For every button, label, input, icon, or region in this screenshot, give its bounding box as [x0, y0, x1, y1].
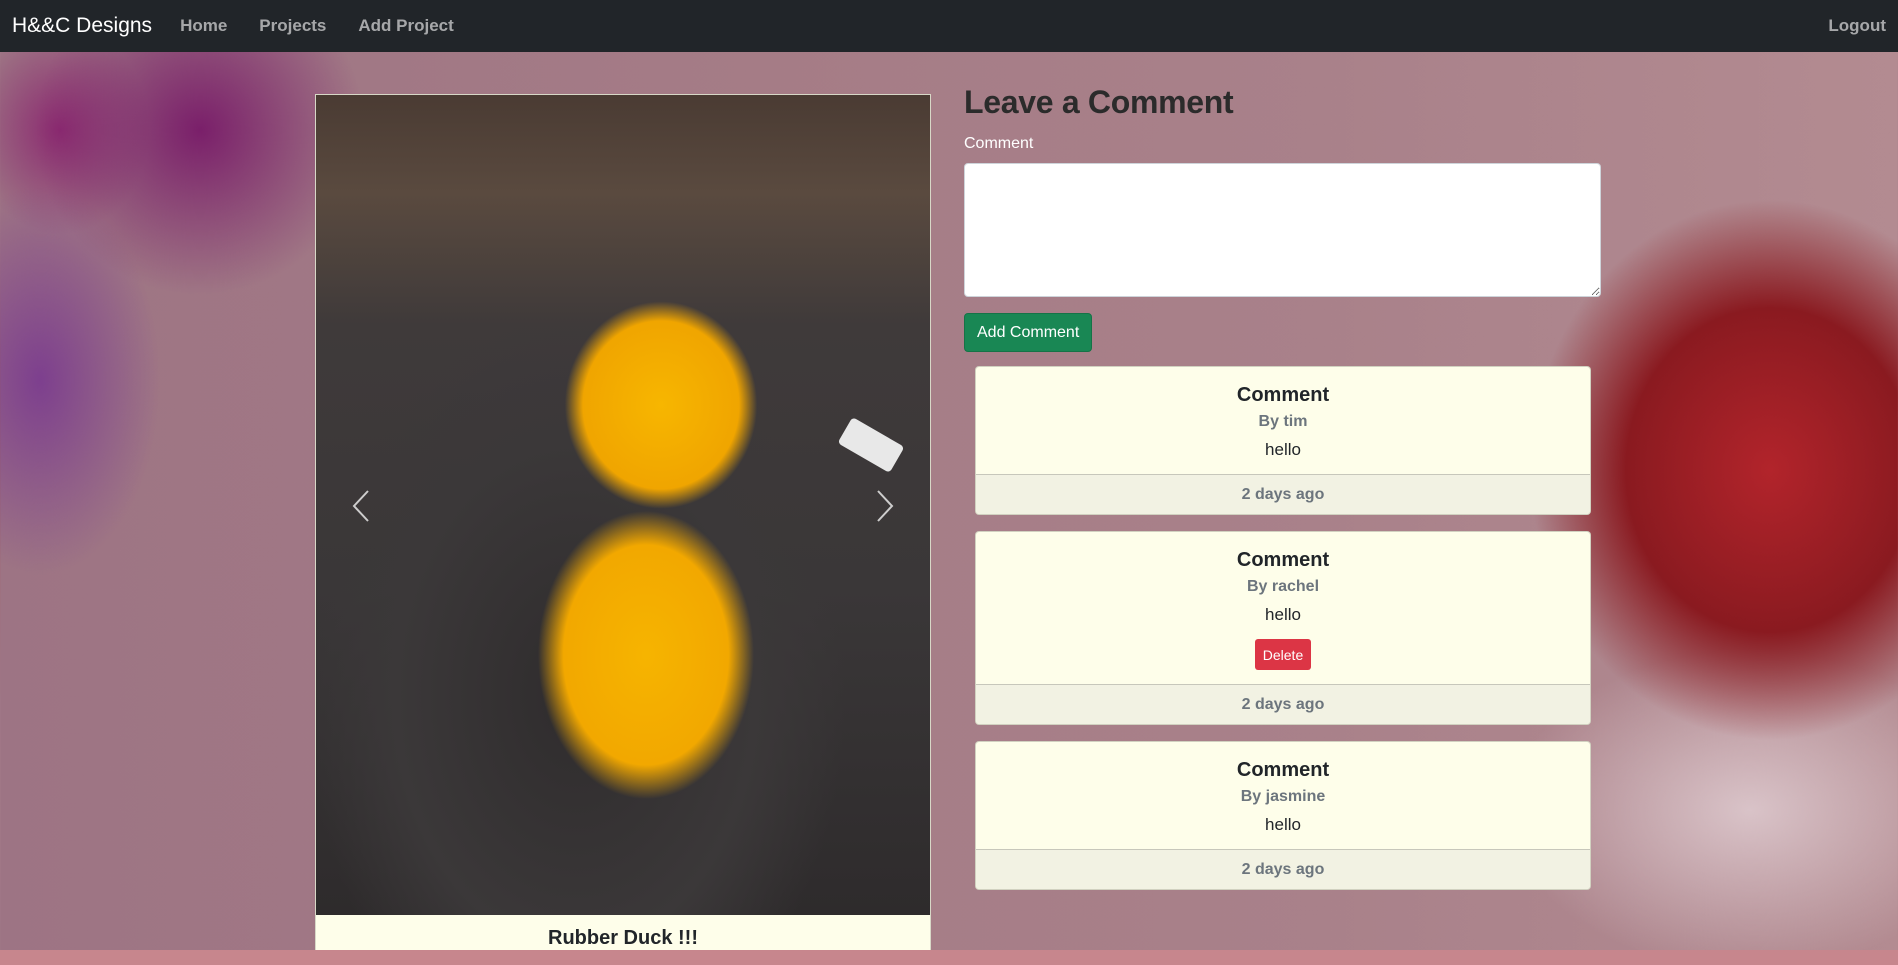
comment-field-label: Comment: [964, 135, 1034, 152]
comment-timestamp: 2 days ago: [976, 849, 1590, 889]
chevron-left-icon: [352, 490, 369, 522]
comment-title: Comment: [1236, 549, 1330, 571]
comment-author: By tim: [1258, 413, 1308, 430]
top-navbar: H&&C Designs Home Projects Add Project L…: [0, 0, 1898, 52]
add-comment-button[interactable]: Add Comment: [964, 313, 1093, 352]
comment-card-body: Comment By jasmine hello: [976, 742, 1590, 849]
comment-title: Comment: [1236, 759, 1330, 781]
comment-text: hello: [1265, 815, 1301, 834]
project-card: Rubber Duck !!!: [315, 94, 931, 965]
chevron-right-icon: [877, 490, 894, 522]
comment-timestamp: 2 days ago: [976, 474, 1590, 514]
carousel-prev-button[interactable]: [336, 481, 386, 531]
nav-link-home[interactable]: Home: [180, 16, 227, 36]
comment-text: hello: [1265, 440, 1301, 459]
comment-author: By rachel: [1246, 578, 1320, 595]
nav-link-projects[interactable]: Projects: [259, 16, 326, 36]
comment-card: Comment By rachel hello Delete 2 days ag…: [975, 531, 1591, 725]
comment-timestamp: 2 days ago: [976, 684, 1590, 724]
nav-link-add-project[interactable]: Add Project: [358, 16, 453, 36]
brand-logo-link[interactable]: H&&C Designs: [12, 14, 152, 38]
photo-detail: [837, 417, 905, 473]
comment-form: Leave a Comment Comment Add Comment: [964, 84, 1604, 352]
comment-card-body: Comment By rachel hello Delete: [976, 532, 1590, 684]
comment-author: By jasmine: [1240, 788, 1326, 805]
carousel-next-button[interactable]: [860, 481, 910, 531]
comment-textarea[interactable]: [964, 163, 1601, 297]
project-carousel-image: [316, 95, 930, 915]
comment-card-body: Comment By tim hello: [976, 367, 1590, 474]
delete-comment-button[interactable]: Delete: [1254, 639, 1312, 670]
page-bottom-strip: [0, 950, 1898, 965]
comment-card: Comment By jasmine hello 2 days ago: [975, 741, 1591, 890]
comment-title: Comment: [1236, 384, 1330, 406]
comment-list: Comment By tim hello 2 days ago Comment …: [975, 366, 1591, 906]
comment-form-heading: Leave a Comment: [964, 84, 1234, 120]
nav-link-logout[interactable]: Logout: [1828, 16, 1886, 36]
comment-text: hello: [1265, 605, 1301, 624]
comment-card: Comment By tim hello 2 days ago: [975, 366, 1591, 515]
